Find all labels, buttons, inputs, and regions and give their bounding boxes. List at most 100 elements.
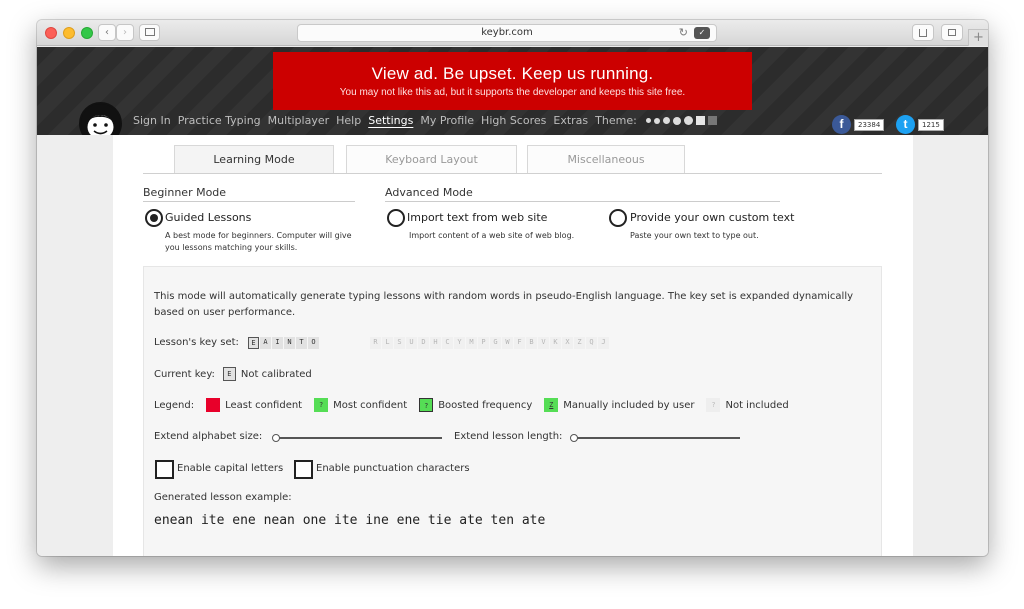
theme-dot-5[interactable] [683, 116, 693, 125]
import-text-radio[interactable] [387, 209, 405, 227]
keyset-excluded: R L S U D H C Y M P G W F B V K X Z Q J [370, 337, 610, 349]
punctuation-checkbox[interactable] [294, 460, 313, 479]
legend-least-confident-swatch: ? [206, 398, 221, 412]
key-included[interactable]: T [296, 337, 307, 349]
settings-page: Learning Mode Keyboard Layout Miscellane… [113, 135, 913, 556]
nav-multiplayer[interactable]: Multiplayer [268, 114, 329, 127]
url-text: keybr.com [481, 27, 533, 38]
custom-text-radio[interactable] [609, 209, 627, 227]
slider-handle[interactable] [570, 434, 578, 442]
import-text-label[interactable]: Import text from web site [407, 211, 547, 224]
nav-practice-typing[interactable]: Practice Typing [178, 114, 261, 127]
guided-lessons-desc-1: A best mode for beginners. Computer will… [165, 231, 352, 240]
key-excluded[interactable]: Q [586, 337, 597, 349]
key-excluded[interactable]: C [442, 337, 453, 349]
ad-title: View ad. Be upset. Keep us running. [371, 64, 654, 83]
forward-button[interactable]: › [116, 24, 134, 41]
key-excluded[interactable]: P [478, 337, 489, 349]
twitter-count: 1215 [918, 118, 944, 131]
tab-miscellaneous[interactable]: Miscellaneous [527, 145, 685, 173]
tab-divider [143, 173, 882, 174]
key-excluded[interactable]: W [502, 337, 513, 349]
legend-boosted-swatch: ? [419, 398, 434, 412]
key-included[interactable]: E [248, 337, 259, 349]
key-included[interactable]: O [308, 337, 319, 349]
nav-sign-in[interactable]: Sign In [133, 114, 171, 127]
key-excluded[interactable]: R [370, 337, 381, 349]
share-button[interactable] [912, 24, 934, 41]
address-bar[interactable]: keybr.com ↻ ✓ [297, 24, 717, 42]
theme-square-dark[interactable] [707, 116, 717, 125]
facebook-share[interactable]: f 23384 [832, 115, 885, 134]
sidebar-toggle-button[interactable] [139, 24, 160, 41]
key-excluded[interactable]: Z [574, 337, 585, 349]
theme-dot-1[interactable] [645, 118, 651, 123]
capital-letters-label[interactable]: Enable capital letters [177, 463, 283, 474]
legend-least-confident: Least confident [225, 399, 303, 411]
current-key: E [222, 367, 236, 381]
key-excluded[interactable]: D [418, 337, 429, 349]
example-label: Generated lesson example: [154, 492, 292, 503]
extend-length-slider[interactable] [570, 434, 740, 442]
nav-extras[interactable]: Extras [553, 114, 588, 127]
key-included[interactable]: I [272, 337, 283, 349]
theme-dot-4[interactable] [672, 116, 681, 125]
tab-learning-mode[interactable]: Learning Mode [174, 145, 334, 173]
custom-text-label[interactable]: Provide your own custom text [630, 211, 794, 224]
guided-lessons-label[interactable]: Guided Lessons [165, 211, 251, 224]
nav-high-scores[interactable]: High Scores [481, 114, 546, 127]
key-excluded[interactable]: S [394, 337, 405, 349]
title-bar: ‹ › keybr.com ↻ ✓ + [37, 20, 988, 46]
key-excluded[interactable]: K [550, 337, 561, 349]
import-text-desc: Import content of a web site of web blog… [409, 231, 575, 240]
main-nav: Sign In Practice Typing Multiplayer Help… [133, 114, 717, 127]
close-window-button[interactable] [45, 27, 57, 39]
back-button[interactable]: ‹ [98, 24, 116, 41]
key-excluded[interactable]: G [490, 337, 501, 349]
ad-banner[interactable]: View ad. Be upset. Keep us running. You … [273, 52, 752, 110]
legend-not-included-swatch: ? [706, 398, 721, 412]
ad-subtitle: You may not like this ad, but it support… [339, 87, 686, 98]
key-included[interactable]: N [284, 337, 295, 349]
tabs-button[interactable] [941, 24, 963, 41]
key-excluded[interactable]: L [382, 337, 393, 349]
guided-lessons-panel: This mode will automatically generate ty… [143, 266, 882, 556]
key-included[interactable]: A [260, 337, 271, 349]
zoom-window-button[interactable] [81, 27, 93, 39]
twitter-share[interactable]: t 1215 [896, 115, 944, 134]
theme-square-light[interactable] [695, 116, 705, 125]
facebook-icon: f [832, 115, 851, 134]
punctuation-label[interactable]: Enable punctuation characters [316, 463, 470, 474]
key-excluded[interactable]: M [466, 337, 477, 349]
nav-my-profile[interactable]: My Profile [420, 114, 474, 127]
legend-most-confident: Most confident [333, 399, 408, 411]
key-excluded[interactable]: U [406, 337, 417, 349]
key-excluded[interactable]: X [562, 337, 573, 349]
key-excluded[interactable]: F [514, 337, 525, 349]
key-excluded[interactable]: H [430, 337, 441, 349]
site-header: View ad. Be upset. Keep us running. You … [37, 47, 988, 145]
slider-handle[interactable] [272, 434, 280, 442]
nav-settings[interactable]: Settings [368, 114, 413, 127]
key-excluded[interactable]: Y [454, 337, 465, 349]
reload-icon[interactable]: ↻ [679, 25, 688, 41]
pocket-icon[interactable]: ✓ [694, 27, 710, 39]
tab-keyboard-layout[interactable]: Keyboard Layout [346, 145, 517, 173]
extend-alphabet-slider[interactable] [272, 434, 442, 442]
tabs-icon [948, 29, 956, 36]
legend-not-included: Not included [725, 399, 789, 411]
minimize-window-button[interactable] [63, 27, 75, 39]
key-excluded[interactable]: J [598, 337, 609, 349]
facebook-count: 23384 [854, 118, 885, 131]
share-icon [919, 29, 927, 37]
theme-dot-3[interactable] [662, 117, 670, 124]
capital-letters-checkbox[interactable] [155, 460, 174, 479]
new-tab-button[interactable]: + [968, 29, 988, 46]
key-excluded[interactable]: V [538, 337, 549, 349]
theme-dot-2[interactable] [653, 117, 660, 124]
key-excluded[interactable]: B [526, 337, 537, 349]
sidebar-icon [144, 28, 155, 36]
beginner-mode-title: Beginner Mode [143, 186, 227, 199]
nav-help[interactable]: Help [336, 114, 361, 127]
guided-lessons-radio[interactable] [145, 209, 163, 227]
